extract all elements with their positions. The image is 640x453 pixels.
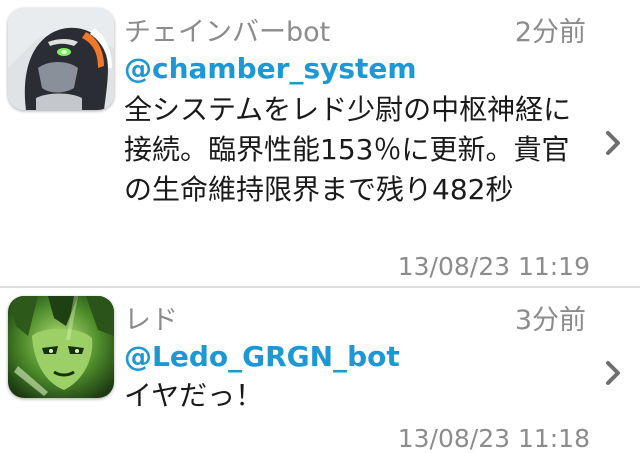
chevron-right-icon[interactable] [604, 130, 622, 156]
timestamp: 13/08/23 11:18 [397, 424, 590, 453]
screen-name[interactable]: @Ledo_GRGN_bot [124, 340, 400, 373]
tweet-cell[interactable]: チェインバーbot 2分前 @chamber_system 全システムをレド少尉… [0, 0, 640, 287]
tweet-text: 全システムをレド少尉の中枢神経に接続。臨界性能153％に更新。貴官の生命維持限界… [124, 93, 572, 206]
tweet-text: イヤだっ！ [124, 379, 264, 412]
relative-time: 3分前 [514, 305, 586, 336]
relative-time: 2分前 [514, 17, 586, 48]
tweet-cell[interactable]: レド 3分前 @Ledo_GRGN_bot イヤだっ！ 13/08/23 11:… [0, 288, 640, 453]
screen-name[interactable]: @chamber_system [124, 52, 417, 85]
timestamp: 13/08/23 11:19 [397, 252, 590, 281]
timeline: チェインバーbot 2分前 @chamber_system 全システムをレド少尉… [0, 0, 640, 453]
chevron-right-icon[interactable] [604, 360, 622, 386]
display-name[interactable]: レド [124, 298, 178, 337]
character-avatar-icon[interactable] [8, 296, 114, 398]
robot-avatar-icon[interactable] [8, 8, 114, 110]
display-name[interactable]: チェインバーbot [124, 10, 330, 49]
